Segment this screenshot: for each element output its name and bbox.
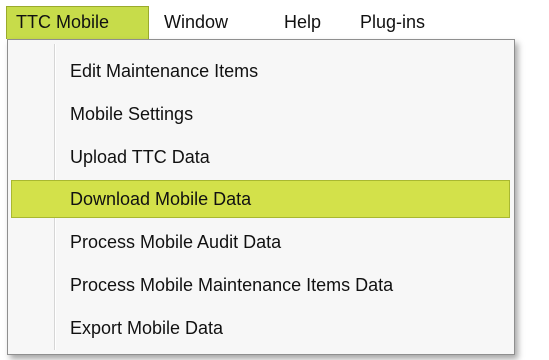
menu-item-download-mobile-data[interactable]: Download Mobile Data [11, 180, 510, 218]
menu-item-label: Download Mobile Data [70, 189, 252, 209]
menu-item-label: Process Mobile Maintenance Items Data [70, 275, 394, 295]
menu-window[interactable]: Window [164, 6, 228, 39]
ttc-mobile-dropdown-menu: Edit Maintenance Items Mobile Settings U… [7, 39, 515, 355]
menu-item-process-mobile-maintenance-items-data[interactable]: Process Mobile Maintenance Items Data [11, 266, 510, 304]
menu-plug-ins[interactable]: Plug-ins [360, 6, 425, 39]
menu-item-label: Mobile Settings [70, 104, 194, 124]
application-window: TTC Mobile Window Help Plug-ins Edit Mai… [0, 0, 549, 360]
menu-ttc-mobile[interactable]: TTC Mobile [6, 6, 149, 39]
menu-help[interactable]: Help [284, 6, 321, 39]
menu-item-label: Edit Maintenance Items [70, 61, 259, 81]
menu-item-export-mobile-data[interactable]: Export Mobile Data [11, 309, 510, 347]
menu-bar: TTC Mobile Window Help Plug-ins [0, 0, 549, 40]
menu-item-upload-ttc-data[interactable]: Upload TTC Data [11, 138, 510, 176]
menu-item-label: Process Mobile Audit Data [70, 232, 282, 252]
menu-item-process-mobile-audit-data[interactable]: Process Mobile Audit Data [11, 223, 510, 261]
menu-item-edit-maintenance-items[interactable]: Edit Maintenance Items [11, 52, 510, 90]
menu-item-mobile-settings[interactable]: Mobile Settings [11, 95, 510, 133]
menu-item-label: Export Mobile Data [70, 318, 224, 338]
menu-item-label: Upload TTC Data [70, 147, 210, 167]
